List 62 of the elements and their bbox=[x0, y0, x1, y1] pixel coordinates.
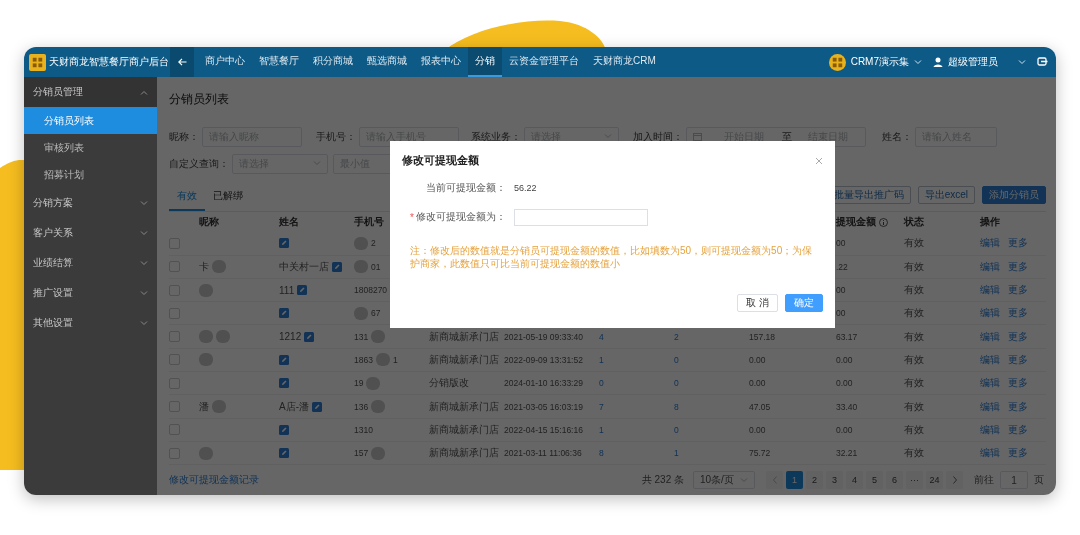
page-suffix: 页 bbox=[1034, 473, 1044, 488]
table-cell: 63.17 bbox=[836, 331, 858, 342]
table-cell: 有效 bbox=[904, 259, 924, 274]
table-cell: 33.40 bbox=[836, 401, 858, 412]
table-cell: 有效 bbox=[904, 283, 924, 298]
phone-text: 19 bbox=[354, 378, 364, 389]
table-cell: 有效 bbox=[904, 446, 924, 461]
column-header: 昵称 bbox=[199, 215, 219, 230]
phone-text: 01 bbox=[371, 261, 381, 272]
field-label: 修改可提现金额为： bbox=[416, 210, 506, 224]
table-cell: 有效 bbox=[904, 376, 924, 391]
required-mark: * bbox=[410, 211, 414, 223]
name-text: 111 bbox=[279, 284, 295, 296]
table-cell: .22 bbox=[836, 261, 848, 272]
phone-text: 1310 bbox=[354, 424, 373, 435]
table-cell: 有效 bbox=[904, 306, 924, 321]
table-cell: 有效 bbox=[904, 399, 924, 414]
nickname-text: 卡 bbox=[199, 259, 209, 274]
table-cell: 32.21 bbox=[836, 448, 858, 459]
column-header: 手机号 bbox=[354, 215, 384, 230]
table-cell: 2024-01-10 16:33:29 bbox=[504, 378, 583, 389]
filter-label: 手机号： bbox=[316, 129, 356, 144]
nickname-text: 潘 bbox=[199, 399, 209, 414]
table-cell: 47.05 bbox=[749, 401, 771, 412]
column-header: 姓名 bbox=[279, 215, 299, 230]
phone-text: 2 bbox=[371, 238, 376, 249]
table-cell: 157.18 bbox=[749, 331, 775, 342]
filter-label: 姓名： bbox=[882, 129, 912, 144]
column-header: 提现金额 bbox=[836, 215, 876, 230]
field-value: 56.22 bbox=[514, 183, 537, 193]
column-header: 状态 bbox=[904, 215, 924, 230]
phone-text: 1 bbox=[392, 354, 398, 365]
table-cell: 2022-04-15 15:16:16 bbox=[504, 424, 583, 435]
phone-text: 157 bbox=[354, 448, 369, 459]
filter-label: 加入时间： bbox=[633, 129, 683, 144]
page-title: 分销员列表 bbox=[169, 91, 229, 109]
table-cell: 有效 bbox=[904, 422, 924, 437]
table-cell: 2021-03-11 11:06:36 bbox=[504, 448, 582, 459]
table-cell: 2022-09-09 13:31:52 bbox=[504, 354, 583, 365]
table-cell: 75.72 bbox=[749, 448, 771, 459]
app-title: 天财商龙智慧餐厅商户后台 bbox=[49, 55, 169, 69]
dialog-title: 修改可提现金额 bbox=[402, 153, 479, 168]
phone-text: 131 bbox=[354, 331, 369, 342]
phone-text: 1808270 bbox=[354, 285, 388, 296]
table-cell: 2021-03-05 16:03:19 bbox=[504, 401, 583, 412]
table-cell: 有效 bbox=[904, 329, 924, 344]
filter-label: 系统业务： bbox=[471, 129, 521, 144]
table-cell: 有效 bbox=[904, 236, 924, 251]
name-text: A店-潘 bbox=[279, 399, 309, 414]
name-text: 1212 bbox=[279, 331, 302, 343]
table-cell: 2021-05-19 09:33:40 bbox=[504, 331, 583, 342]
field-label: 当前可提现金额： bbox=[426, 181, 506, 195]
phone-text: 136 bbox=[354, 401, 369, 412]
note-text: 注：修改后的数值就是分销员可提现金额的数值，比如填数为50，则可提现金额为50；为保护商家，此数值只可比当前可提现金额的数值小 bbox=[409, 244, 814, 270]
phone-text: 1863 bbox=[354, 354, 373, 365]
column-header: 操作 bbox=[980, 215, 1000, 230]
total-count: 共 232 条 bbox=[641, 473, 684, 488]
filter-label: 昵称： bbox=[169, 129, 199, 144]
table-cell: 有效 bbox=[904, 352, 924, 367]
goto-label: 前往 bbox=[974, 473, 994, 488]
filter-label: 自定义查询： bbox=[169, 156, 229, 171]
phone-text: 67 bbox=[371, 308, 381, 319]
